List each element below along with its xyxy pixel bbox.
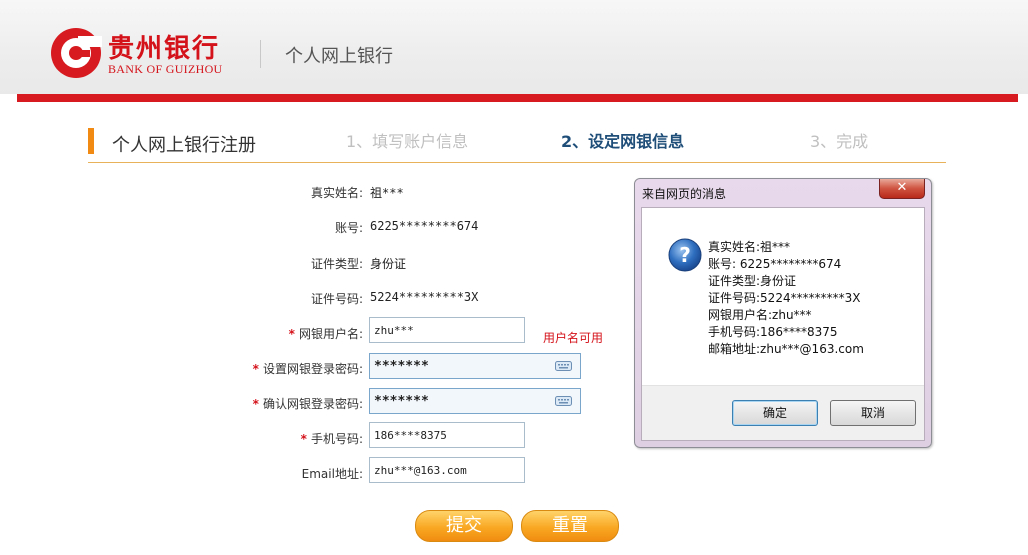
dialog-title: 来自网页的消息 <box>642 187 727 201</box>
brand-name-en: BANK OF GUIZHOU <box>108 62 223 76</box>
submit-button[interactable]: 提交 <box>415 510 513 542</box>
soft-keyboard-icon[interactable] <box>555 361 572 371</box>
account-value: 6225********674 <box>370 219 479 233</box>
confirm-password-label: * 确认网银登录密码: <box>93 395 363 412</box>
username-label-text: 网银用户名: <box>298 327 363 341</box>
brand-name-cn: 贵州银行 <box>108 34 221 64</box>
id-number-label: 证件号码: <box>310 292 363 306</box>
svg-text:?: ? <box>679 243 691 267</box>
dialog-line: 证件类型:身份证 <box>708 274 797 288</box>
required-mark: * <box>252 397 259 411</box>
required-mark: * <box>252 362 259 376</box>
mobile-input[interactable]: 186****8375 <box>369 422 525 448</box>
password-mask: ******* <box>374 359 429 374</box>
dialog-footer: 确定 取消 <box>642 385 924 440</box>
step-3: 3、完成 <box>810 132 869 151</box>
id-number-value: 5224*********3X <box>370 290 479 304</box>
site-header: 贵州银行 BANK OF GUIZHOU 个人网上银行 <box>0 0 1028 94</box>
step-1: 1、填写账户信息 <box>346 132 469 151</box>
question-icon: ? <box>668 238 702 272</box>
dialog-line: 邮箱地址:zhu***@163.com <box>708 342 864 356</box>
email-label: Email地址: <box>301 467 363 481</box>
username-label: * 网银用户名: <box>93 325 363 342</box>
title-underline <box>88 162 946 163</box>
username-input[interactable]: zhu*** <box>369 317 525 343</box>
page-title: 个人网上银行注册 <box>112 135 256 156</box>
header-subtitle: 个人网上银行 <box>285 46 393 67</box>
step-2-active: 2、设定网银信息 <box>561 132 685 151</box>
dialog-line: 网银用户名:zhu*** <box>708 308 812 322</box>
close-button[interactable]: ✕ <box>879 179 925 199</box>
bank-logo-icon <box>51 28 102 78</box>
dialog-line: 真实姓名:祖*** <box>708 240 791 254</box>
account-label: 账号: <box>334 221 363 235</box>
password-label-text: 设置网银登录密码: <box>262 362 363 376</box>
ok-button[interactable]: 确定 <box>732 400 818 426</box>
password-input[interactable]: ******* <box>369 353 581 379</box>
confirm-dialog: 来自网页的消息 ✕ ? 真实姓名:祖*** 账号: 6225********67… <box>634 178 932 448</box>
required-mark: * <box>300 432 307 446</box>
required-mark: * <box>288 327 295 341</box>
title-accent-bar <box>88 128 94 154</box>
soft-keyboard-icon[interactable] <box>555 396 572 406</box>
real-name-value: 祖*** <box>370 186 404 200</box>
close-icon: ✕ <box>896 180 908 195</box>
dialog-line: 账号: 6225********674 <box>708 257 842 271</box>
confirm-password-label-text: 确认网银登录密码: <box>262 397 363 411</box>
header-red-bar <box>17 94 1018 102</box>
dialog-line: 证件号码:5224*********3X <box>708 291 861 305</box>
confirm-password-mask: ******* <box>374 394 429 409</box>
email-input[interactable]: zhu***@163.com <box>369 457 525 483</box>
real-name-label: 真实姓名: <box>310 186 363 200</box>
mobile-label: * 手机号码: <box>93 430 363 447</box>
reset-button[interactable]: 重置 <box>521 510 619 542</box>
username-available-hint: 用户名可用 <box>543 331 604 345</box>
dialog-body: ? 真实姓名:祖*** 账号: 6225********674 证件类型:身份证… <box>641 207 925 441</box>
id-type-label: 证件类型: <box>310 257 363 271</box>
password-label: * 设置网银登录密码: <box>93 360 363 377</box>
dialog-line: 手机号码:186****8375 <box>708 325 838 339</box>
cancel-button[interactable]: 取消 <box>830 400 916 426</box>
mobile-label-text: 手机号码: <box>310 432 363 446</box>
confirm-password-input[interactable]: ******* <box>369 388 581 414</box>
header-divider <box>260 40 261 68</box>
id-type-value: 身份证 <box>370 257 407 271</box>
